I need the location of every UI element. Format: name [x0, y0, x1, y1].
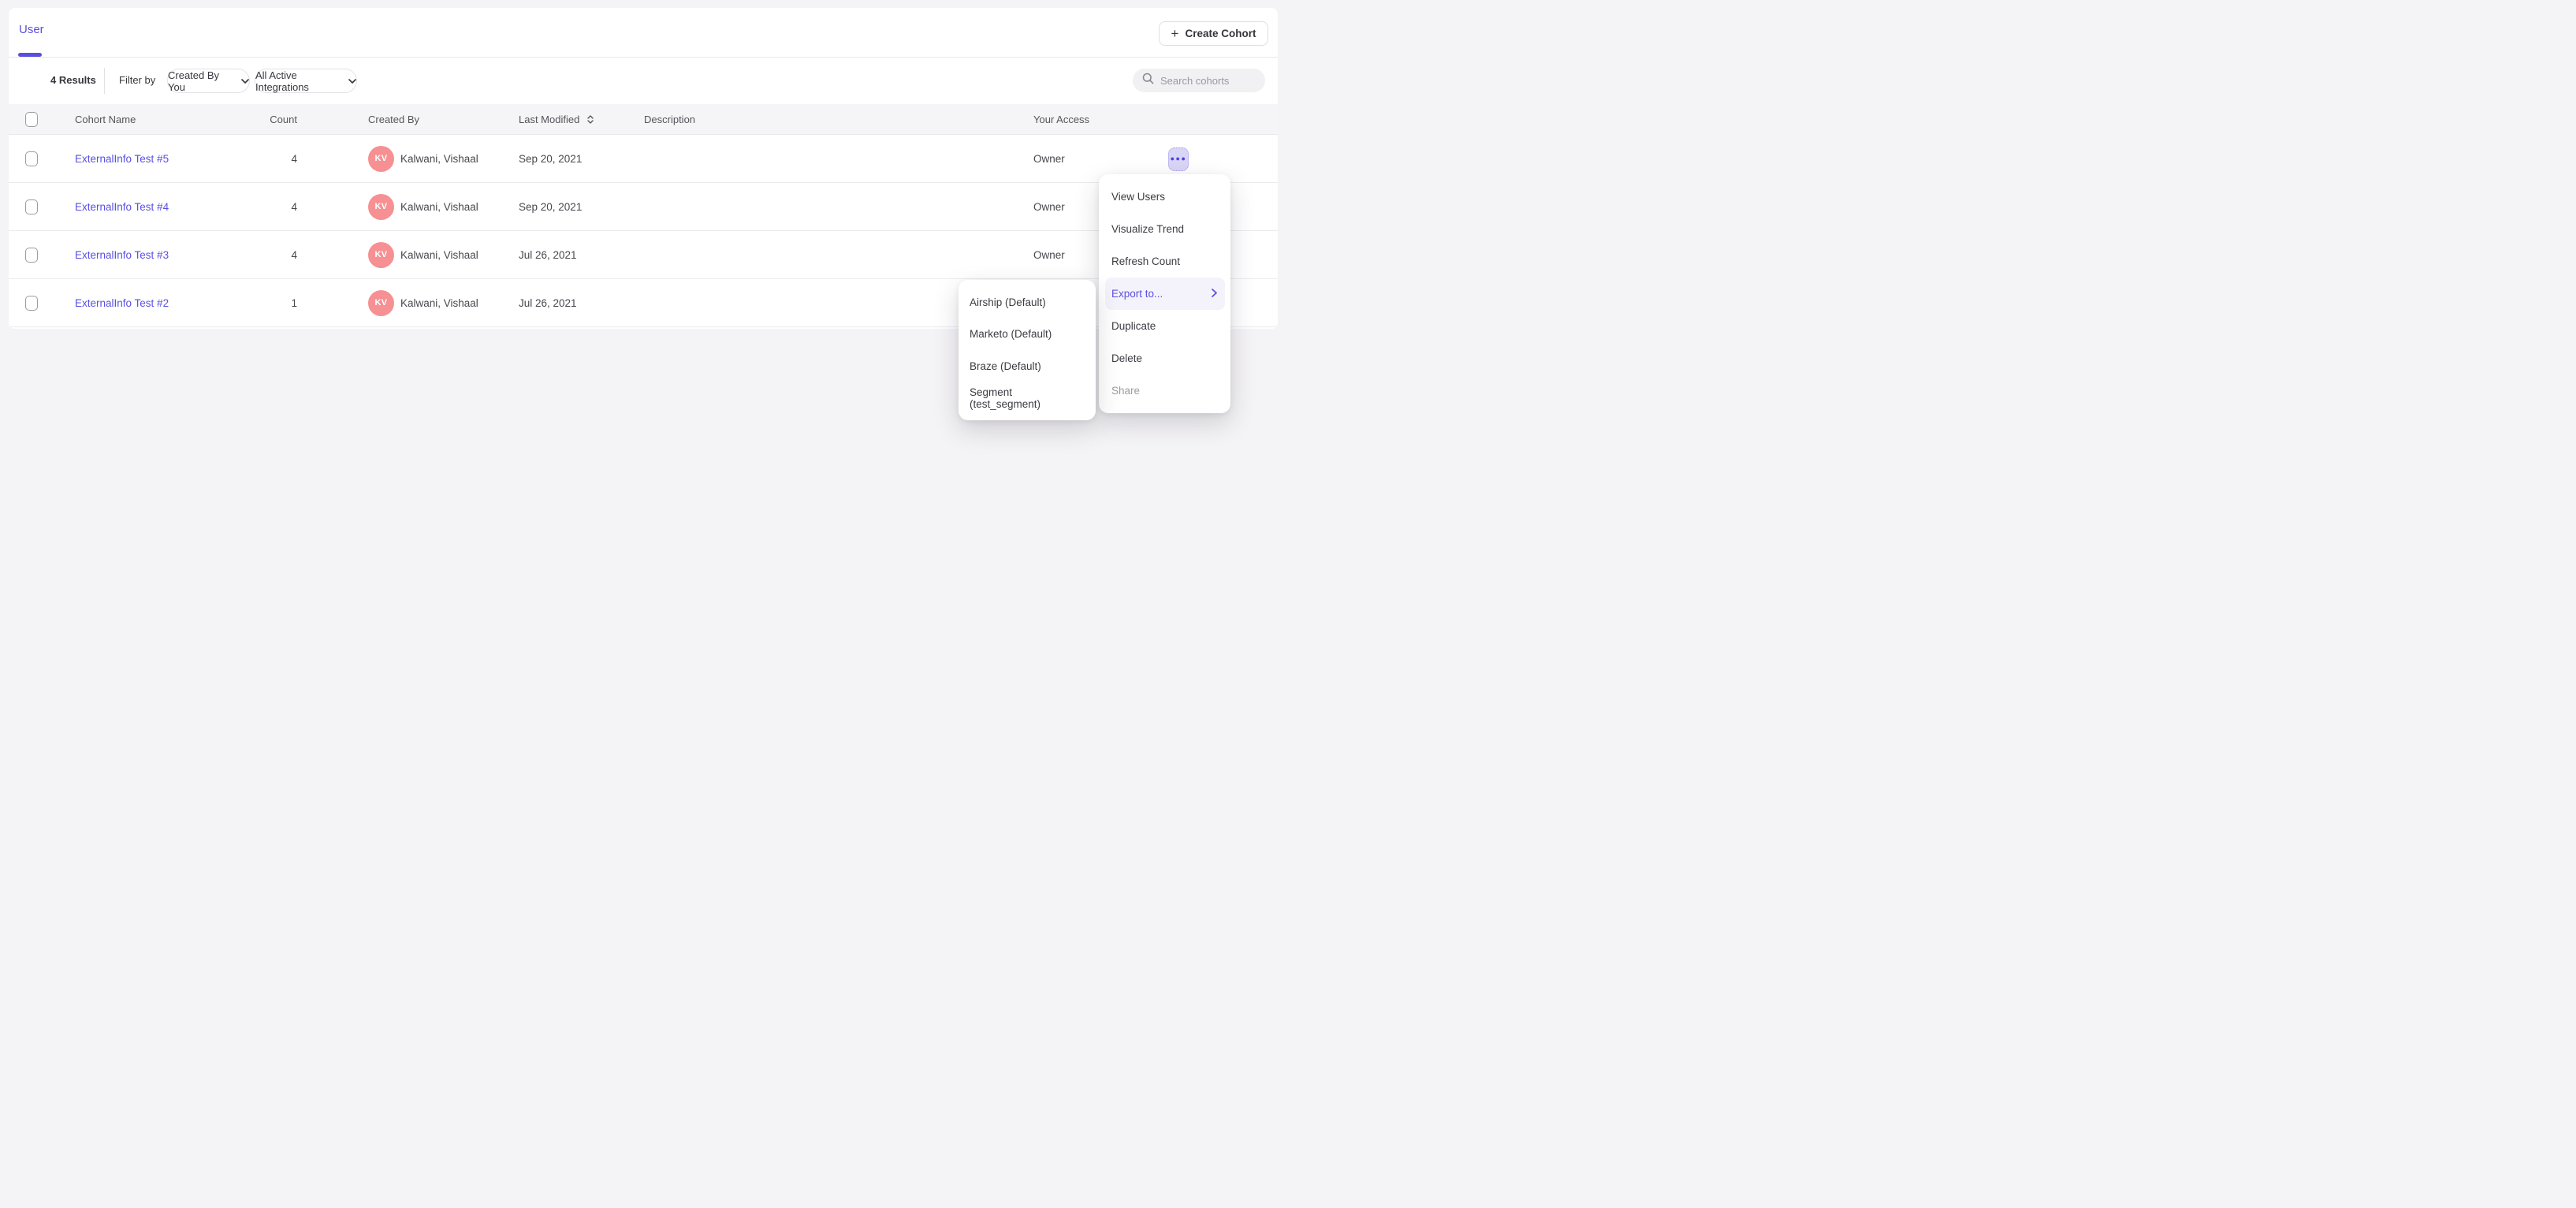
tab-active-underline — [18, 53, 42, 57]
table-row[interactable]: ExternalInfo Test #3 4 KV Kalwani, Visha… — [9, 231, 1278, 279]
integrations-dropdown-label: All Active Integrations — [255, 69, 343, 93]
cohort-name-link[interactable]: ExternalInfo Test #4 — [75, 183, 169, 230]
last-modified-cell: Sep 20, 2021 — [519, 135, 582, 182]
last-modified-cell: Jul 26, 2021 — [519, 279, 577, 326]
chevron-down-icon — [348, 79, 356, 84]
avatar: KV — [368, 146, 394, 172]
col-last-modified[interactable]: Last Modified — [519, 104, 594, 134]
avatar: KV — [368, 242, 394, 268]
menu-item-visualize-trend[interactable]: Visualize Trend — [1099, 213, 1230, 245]
search-input[interactable] — [1160, 75, 1256, 87]
divider — [104, 68, 105, 94]
last-modified-cell: Jul 26, 2021 — [519, 231, 577, 278]
created-by-cell: Kalwani, Vishaal — [400, 249, 478, 261]
sort-icon[interactable] — [587, 115, 594, 124]
create-cohort-label: Create Cohort — [1185, 28, 1256, 39]
access-cell: Owner — [1033, 231, 1065, 278]
avatar: KV — [368, 194, 394, 220]
access-cell: Owner — [1033, 183, 1065, 230]
cohort-name-link[interactable]: ExternalInfo Test #5 — [75, 135, 169, 182]
col-your-access: Your Access — [1033, 104, 1089, 134]
created-by-cell: Kalwani, Vishaal — [400, 153, 478, 165]
row-checkbox[interactable] — [25, 151, 38, 166]
menu-item-share: Share — [1099, 375, 1230, 407]
menu-item-view-users[interactable]: View Users — [1099, 181, 1230, 213]
plus-icon: + — [1171, 27, 1179, 40]
submenu-item-segment[interactable]: Segment (test_segment) — [959, 382, 1096, 415]
created-by-cell: Kalwani, Vishaal — [400, 201, 478, 213]
search-icon — [1142, 73, 1154, 88]
row-checkbox[interactable] — [25, 248, 38, 263]
last-modified-cell: Sep 20, 2021 — [519, 183, 582, 230]
integrations-dropdown[interactable]: All Active Integrations — [255, 69, 357, 93]
menu-item-refresh-count[interactable]: Refresh Count — [1099, 245, 1230, 278]
table-row[interactable]: ExternalInfo Test #5 4 KV Kalwani, Visha… — [9, 135, 1278, 183]
count-cell: 1 — [233, 279, 297, 326]
row-checkbox[interactable] — [25, 199, 38, 214]
table-header: Cohort Name Count Created By Last Modifi… — [9, 104, 1278, 135]
count-cell: 4 — [233, 183, 297, 230]
select-all-checkbox[interactable] — [25, 112, 38, 127]
menu-item-duplicate[interactable]: Duplicate — [1099, 310, 1230, 342]
export-submenu: Airship (Default) Marketo (Default) Braz… — [959, 280, 1096, 420]
chevron-right-icon — [1212, 288, 1217, 300]
count-cell: 4 — [233, 231, 297, 278]
count-cell: 4 — [233, 135, 297, 182]
create-cohort-button[interactable]: + Create Cohort — [1159, 21, 1268, 46]
submenu-item-braze[interactable]: Braze (Default) — [959, 350, 1096, 382]
avatar: KV — [368, 290, 394, 316]
row-checkbox[interactable] — [25, 296, 38, 311]
submenu-item-marketo[interactable]: Marketo (Default) — [959, 319, 1096, 351]
col-count: Count — [233, 104, 297, 134]
row-context-menu: View Users Visualize Trend Refresh Count… — [1099, 174, 1230, 413]
filter-bar: 4 Results Filter by Created By You All A… — [9, 58, 1278, 104]
submenu-item-airship[interactable]: Airship (Default) — [959, 286, 1096, 319]
access-cell: Owner — [1033, 135, 1065, 182]
created-by-cell: Kalwani, Vishaal — [400, 297, 478, 309]
menu-item-export-to[interactable]: Export to... — [1105, 278, 1225, 310]
tab-bar: User + Create Cohort — [9, 8, 1278, 58]
filter-by-label: Filter by — [119, 74, 155, 86]
menu-item-delete[interactable]: Delete — [1099, 342, 1230, 375]
created-by-dropdown[interactable]: Created By You — [167, 69, 250, 93]
tab-user[interactable]: User — [19, 23, 44, 36]
chevron-down-icon — [241, 79, 249, 84]
col-cohort-name: Cohort Name — [75, 104, 136, 134]
created-by-dropdown-label: Created By You — [168, 69, 236, 93]
row-actions-button[interactable]: ●●● — [1168, 147, 1189, 171]
results-count: 4 Results — [50, 74, 96, 86]
col-description: Description — [644, 104, 695, 134]
col-created-by: Created By — [368, 104, 419, 134]
table-row[interactable]: ExternalInfo Test #4 4 KV Kalwani, Visha… — [9, 183, 1278, 231]
search-cohorts-box[interactable] — [1133, 69, 1265, 92]
cohort-name-link[interactable]: ExternalInfo Test #3 — [75, 231, 169, 278]
cohort-name-link[interactable]: ExternalInfo Test #2 — [75, 279, 169, 326]
